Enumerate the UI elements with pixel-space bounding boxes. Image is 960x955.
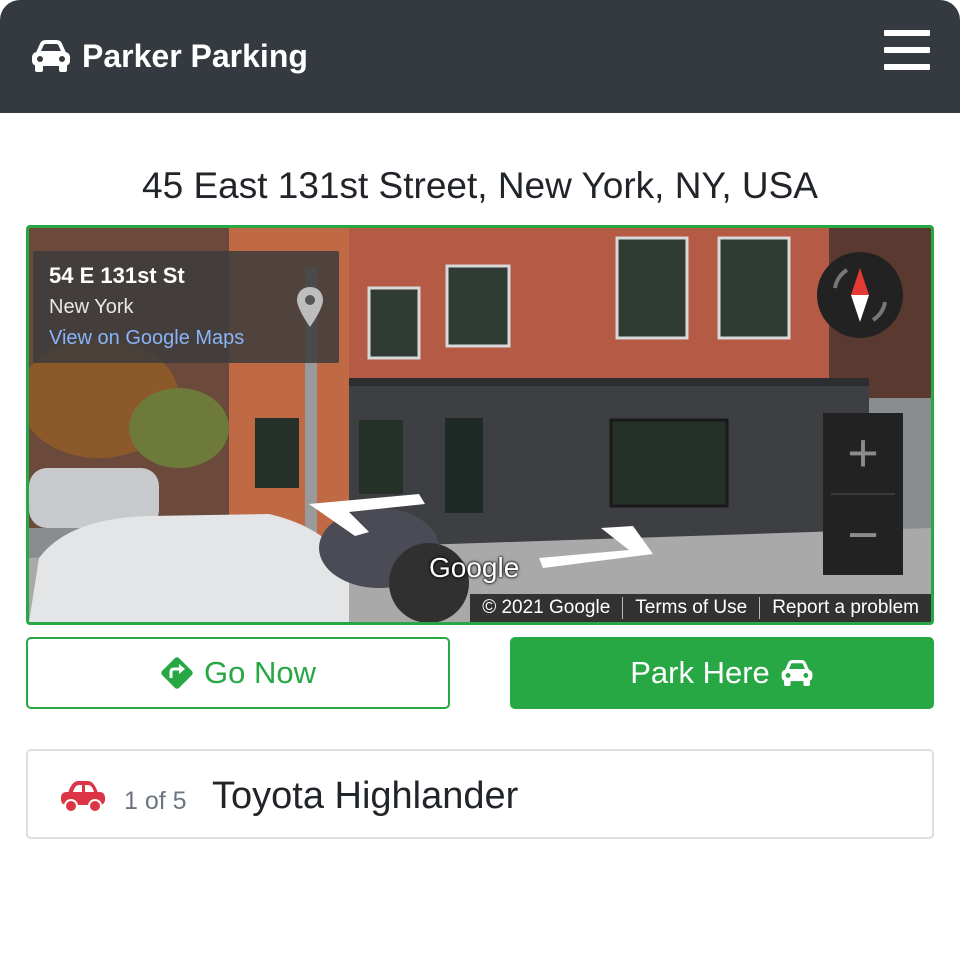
place-city: New York (49, 296, 134, 318)
park-here-button[interactable]: Park Here (510, 637, 934, 709)
view-on-google-maps-link[interactable]: View on Google Maps (49, 327, 244, 350)
copyright-text: © 2021 Google (482, 597, 611, 618)
place-name: 54 E 131st St (49, 263, 185, 288)
park-here-label: Park Here (630, 655, 770, 690)
street-view-panorama[interactable]: 54 E 131st St New York View on Google Ma… (26, 225, 934, 625)
map-pin-icon[interactable] (297, 287, 323, 327)
map-footer: © 2021 Google Terms of Use Report a prob… (470, 594, 931, 622)
brand-name: Parker Parking (82, 37, 308, 74)
vehicle-name: Toyota Highlander (212, 775, 519, 817)
vehicle-card[interactable]: 1 of 5 Toyota Highlander (26, 749, 934, 839)
compass-icon[interactable] (817, 252, 903, 338)
car-icon (61, 781, 105, 813)
google-logo: Google (429, 552, 520, 583)
page-title: 45 East 131st Street, New York, NY, USA (142, 165, 818, 206)
zoom-out-button[interactable]: − (823, 495, 903, 575)
report-problem-link[interactable]: Report a problem (759, 597, 931, 619)
place-info-card: 54 E 131st St New York View on Google Ma… (33, 251, 339, 363)
navbar: Parker Parking (0, 0, 960, 113)
hamburger-icon[interactable] (884, 30, 930, 70)
directions-icon (161, 657, 193, 689)
zoom-controls: + − (823, 413, 903, 575)
brand-link[interactable]: Parker Parking (30, 33, 308, 79)
go-now-label: Go Now (204, 655, 316, 690)
car-icon (781, 660, 813, 686)
terms-link[interactable]: Terms of Use (622, 597, 759, 619)
go-now-button[interactable]: Go Now (26, 637, 450, 709)
zoom-in-button[interactable]: + (823, 413, 903, 493)
car-icon (32, 40, 70, 72)
vehicle-count: 1 of 5 (124, 787, 187, 815)
